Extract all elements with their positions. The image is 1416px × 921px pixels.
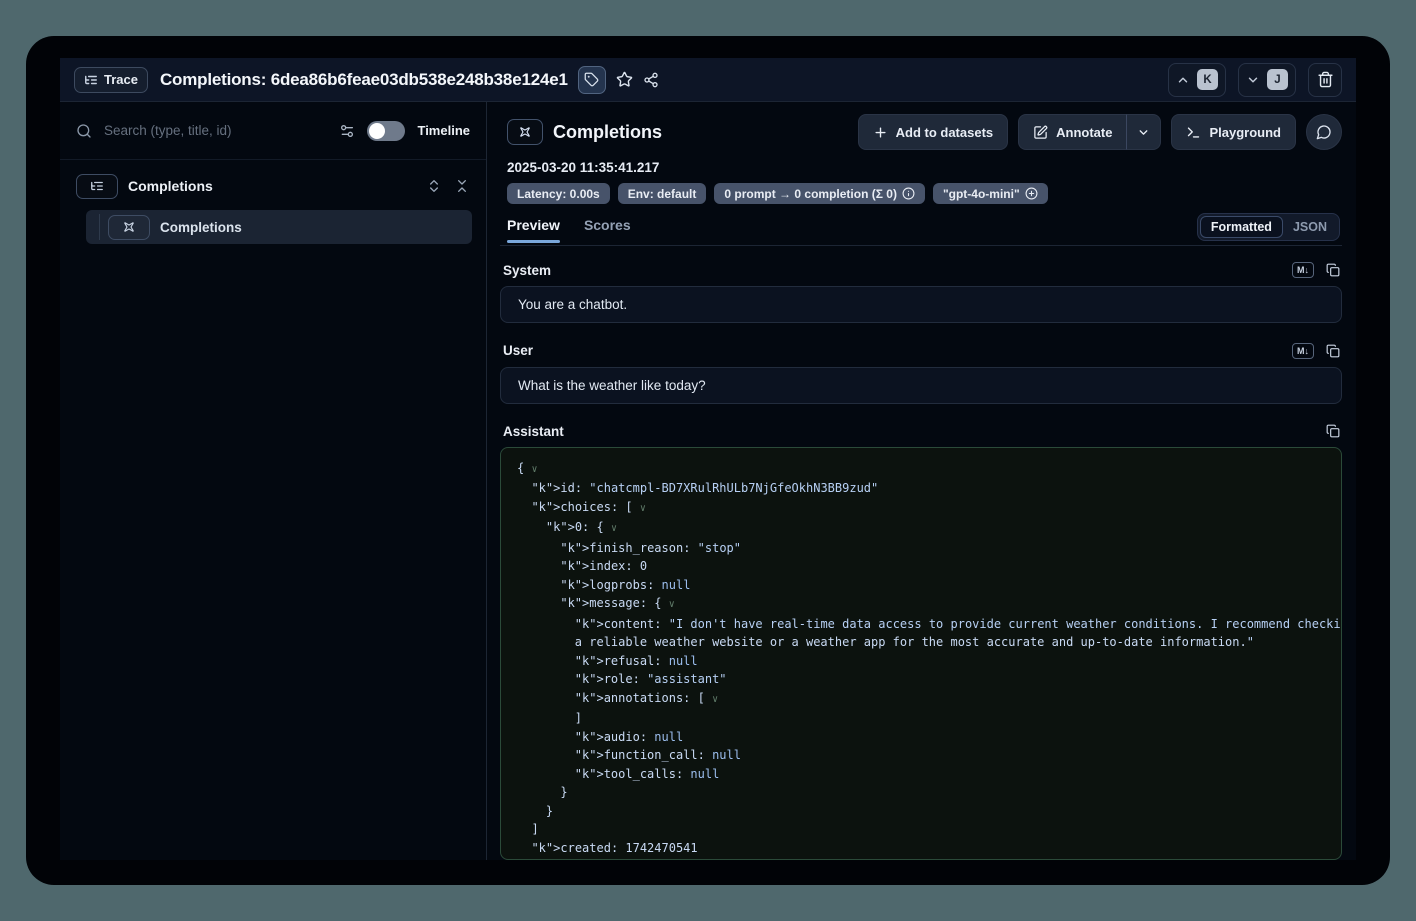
chevron-down-icon <box>1246 73 1260 87</box>
info-icon <box>902 187 915 200</box>
generation-icon <box>518 125 532 139</box>
user-section-header: User M↓ <box>500 343 1342 359</box>
tag-icon <box>584 72 599 87</box>
star-button[interactable] <box>616 71 633 88</box>
comment-icon <box>1316 124 1332 140</box>
delete-button[interactable] <box>1308 63 1342 97</box>
share-button[interactable] <box>643 72 659 88</box>
topbar: Trace Completions: 6dea86b6feae03db538e2… <box>60 58 1356 102</box>
badges-row: Latency: 0.00s Env: default 0 prompt → 0… <box>500 183 1342 204</box>
header-actions: Add to datasets Annotate <box>858 114 1342 150</box>
system-section-header: System M↓ <box>500 262 1342 278</box>
trash-icon <box>1317 71 1334 88</box>
assistant-label: Assistant <box>503 424 564 439</box>
observation-title: Completions <box>553 122 662 143</box>
tree-root-label: Completions <box>128 178 213 194</box>
add-to-datasets-button[interactable]: Add to datasets <box>858 114 1009 150</box>
latency-badge: Latency: 0.00s <box>507 183 610 204</box>
annotate-dropdown-button[interactable] <box>1127 114 1161 150</box>
timestamp: 2025-03-20 11:35:41.217 <box>500 160 1342 175</box>
system-message-text: You are a chatbot. <box>518 297 627 312</box>
list-tree-icon <box>84 73 98 87</box>
plus-icon <box>873 125 888 140</box>
token-usage-badge[interactable]: 0 prompt → 0 completion (Σ 0) <box>714 183 925 204</box>
user-label: User <box>503 343 533 358</box>
copy-icon[interactable] <box>1326 424 1340 438</box>
nav-up-button[interactable]: K <box>1168 63 1226 97</box>
add-to-datasets-label: Add to datasets <box>896 125 994 140</box>
tab-preview[interactable]: Preview <box>507 217 560 242</box>
observation-detail-panel: Completions Add to datasets Annotate <box>487 102 1356 860</box>
chevron-up-icon <box>1176 73 1190 87</box>
circle-plus-icon <box>1025 187 1038 200</box>
search-input[interactable] <box>104 123 327 138</box>
view-settings-icon[interactable] <box>339 123 355 139</box>
assistant-section-header: Assistant <box>500 424 1342 439</box>
system-section-icons: M↓ <box>1292 262 1340 278</box>
tree-root-item[interactable]: Completions <box>74 170 472 202</box>
model-badge[interactable]: "gpt-4o-mini" <box>933 183 1048 204</box>
terminal-icon <box>1186 125 1201 140</box>
timeline-toggle[interactable] <box>367 121 405 141</box>
observation-header: Completions Add to datasets Annotate <box>500 114 1342 150</box>
search-row: Timeline <box>60 102 486 160</box>
format-toggle: Formatted JSON <box>1197 213 1340 241</box>
chevron-down-icon <box>1137 126 1150 139</box>
tree-child-label: Completions <box>160 220 242 235</box>
markdown-toggle-icon[interactable]: M↓ <box>1292 262 1314 278</box>
list-tree-icon <box>90 179 104 193</box>
nav-down-button[interactable]: J <box>1238 63 1296 97</box>
toggle-knob <box>369 123 385 139</box>
assistant-output-json[interactable]: { ∨ "k">id: "chatcmpl-BD7XRulRhULb7NjGfe… <box>500 447 1342 860</box>
trace-type-badge: Trace <box>74 67 148 93</box>
trace-node-badge <box>76 174 118 199</box>
playground-button[interactable]: Playground <box>1171 114 1296 150</box>
generation-node-badge <box>108 215 150 240</box>
app-window: Trace Completions: 6dea86b6feae03db538e2… <box>26 36 1390 885</box>
star-icon <box>616 71 633 88</box>
keycap-j: J <box>1267 69 1288 90</box>
app-body: Timeline Completions <box>60 102 1356 860</box>
collapse-all-icon[interactable] <box>454 178 470 194</box>
comments-button[interactable] <box>1306 114 1342 150</box>
trace-detail-app: Trace Completions: 6dea86b6feae03db538e2… <box>60 58 1356 860</box>
format-formatted[interactable]: Formatted <box>1200 216 1283 238</box>
system-message: You are a chatbot. <box>500 286 1342 323</box>
format-json[interactable]: JSON <box>1283 216 1337 238</box>
annotate-button[interactable]: Annotate <box>1018 114 1127 150</box>
env-badge: Env: default <box>618 183 707 204</box>
generation-icon <box>122 220 136 234</box>
user-message-text: What is the weather like today? <box>518 378 706 393</box>
search-icon <box>76 123 92 139</box>
expand-all-icon[interactable] <box>426 178 442 194</box>
playground-label: Playground <box>1209 125 1281 140</box>
trace-badge-label: Trace <box>104 72 138 87</box>
trace-tree: Completions Completions <box>60 160 486 244</box>
timeline-label: Timeline <box>417 123 470 138</box>
user-section-icons: M↓ <box>1292 343 1340 359</box>
trace-tree-sidebar: Timeline Completions <box>60 102 487 860</box>
copy-icon[interactable] <box>1326 344 1340 358</box>
tree-controls <box>426 178 470 194</box>
assistant-section-icons <box>1326 424 1340 438</box>
tabs-row: Preview Scores Formatted JSON <box>500 214 1342 246</box>
tab-scores[interactable]: Scores <box>584 217 631 242</box>
user-message: What is the weather like today? <box>500 367 1342 404</box>
system-label: System <box>503 263 551 278</box>
share-icon <box>643 72 659 88</box>
copy-icon[interactable] <box>1326 263 1340 277</box>
tag-button[interactable] <box>578 66 606 94</box>
tree-item-generation[interactable]: Completions <box>86 210 472 244</box>
edit-icon <box>1033 125 1048 140</box>
generation-badge <box>507 119 543 145</box>
annotate-label: Annotate <box>1056 125 1112 140</box>
page-title: Completions: 6dea86b6feae03db538e248b38e… <box>160 70 568 90</box>
keycap-k: K <box>1197 69 1218 90</box>
markdown-toggle-icon[interactable]: M↓ <box>1292 343 1314 359</box>
annotate-split-button: Annotate <box>1018 114 1161 150</box>
topbar-right: K J <box>1168 63 1342 97</box>
